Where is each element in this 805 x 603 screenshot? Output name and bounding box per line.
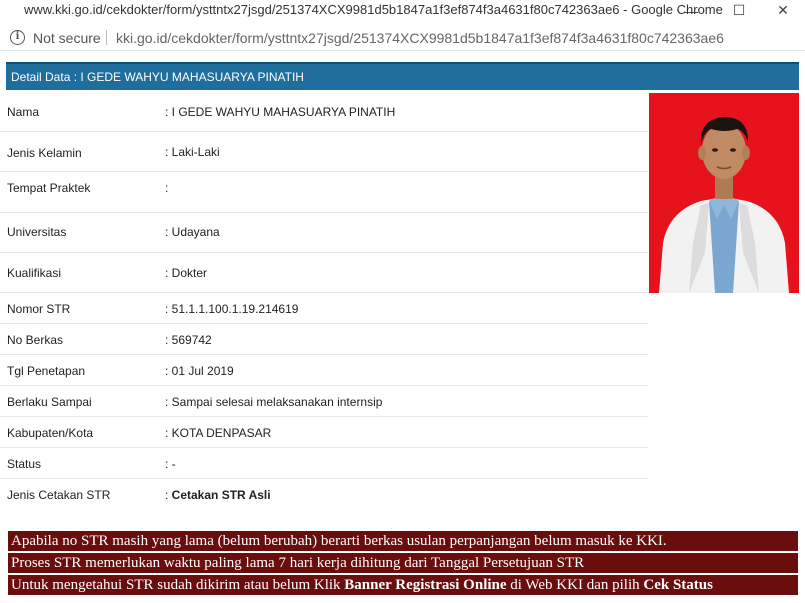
field-value: : Sampai selesai melaksanakan internsip <box>165 395 383 409</box>
row-jenis-kelamin: Jenis Kelamin : Laki-Laki <box>0 132 648 172</box>
row-jenis-cetakan-str: Jenis Cetakan STR : Cetakan STR Asli <box>0 479 648 510</box>
row-tempat-praktek: Tempat Praktek : <box>0 172 648 213</box>
field-value: : <box>165 181 169 195</box>
field-value: : KOTA DENPASAR <box>165 426 272 440</box>
minimize-button[interactable]: — <box>676 0 706 21</box>
row-tgl-penetapan: Tgl Penetapan : 01 Jul 2019 <box>0 355 648 386</box>
field-label: Jenis Kelamin <box>7 146 82 160</box>
notice-line-2: Proses STR memerlukan waktu paling lama … <box>8 553 798 573</box>
address-bar[interactable]: i Not secure kki.go.id/cekdokter/form/ys… <box>0 25 805 51</box>
field-value: : Udayana <box>165 225 220 239</box>
row-universitas: Universitas : Udayana <box>0 213 648 253</box>
row-kualifikasi: Kualifikasi : Dokter <box>0 253 648 293</box>
close-button[interactable]: ✕ <box>768 0 798 21</box>
banner-registrasi-online: Banner Registrasi Online <box>344 577 507 593</box>
field-label: Berlaku Sampai <box>7 395 92 409</box>
detail-header: Detail Data : I GEDE WAHYU MAHASUARYA PI… <box>6 62 799 90</box>
field-value: : Dokter <box>165 266 208 280</box>
row-kabupaten-kota: Kabupaten/Kota : KOTA DENPASAR <box>0 417 648 448</box>
row-nomor-str: Nomor STR : 51.1.1.100.1.19.214619 <box>0 293 648 324</box>
row-nama: Nama : I GEDE WAHYU MAHASUARYA PINATIH <box>0 92 648 132</box>
portrait-illustration <box>649 93 799 293</box>
field-value: : Laki-Laki <box>165 145 220 159</box>
row-berlaku-sampai: Berlaku Sampai : Sampai selesai melaksan… <box>0 386 648 417</box>
row-status: Status : - <box>0 448 648 479</box>
cek-status: Cek Status <box>643 577 713 593</box>
field-value: : 569742 <box>165 333 212 347</box>
profile-photo <box>649 93 799 293</box>
url-field[interactable]: kki.go.id/cekdokter/form/ysttntx27jsgd/2… <box>116 30 724 46</box>
detail-title: Detail Data : I GEDE WAHYU MAHASUARYA PI… <box>11 70 304 84</box>
field-label: Tgl Penetapan <box>7 364 86 378</box>
field-value: : - <box>165 457 176 471</box>
field-label: Status <box>7 457 42 471</box>
notice-line-3: Untuk mengetahui STR sudah dikirim atau … <box>8 575 798 595</box>
field-label: Universitas <box>7 225 67 239</box>
field-label: Kualifikasi <box>7 266 62 280</box>
field-label: No Berkas <box>7 333 64 347</box>
notice-text: Untuk mengetahui STR sudah dikirim atau … <box>11 577 345 593</box>
window-titlebar: www.kki.go.id/cekdokter/form/ysttntx27js… <box>0 0 805 21</box>
value-bold: Cetakan STR Asli <box>171 488 271 502</box>
notice-text: di Web KKI dan pilih <box>506 577 644 593</box>
field-label: Jenis Cetakan STR <box>7 488 111 502</box>
field-label: Tempat Praktek <box>7 181 91 195</box>
field-label: Nama <box>7 105 40 119</box>
notice-line-1: Apabila no STR masih yang lama (belum be… <box>8 531 798 551</box>
field-value: : 51.1.1.100.1.19.214619 <box>165 302 299 316</box>
maximize-button[interactable]: ☐ <box>724 0 754 21</box>
row-no-berkas: No Berkas : 569742 <box>0 324 648 355</box>
window-title: www.kki.go.id/cekdokter/form/ysttntx27js… <box>24 2 723 17</box>
field-value: : I GEDE WAHYU MAHASUARYA PINATIH <box>165 105 396 119</box>
address-separator <box>106 30 107 45</box>
value-prefix: : <box>165 488 172 502</box>
security-indicator[interactable]: Not secure <box>33 30 101 46</box>
field-value: : Cetakan STR Asli <box>165 488 271 502</box>
field-label: Kabupaten/Kota <box>7 426 94 440</box>
info-icon[interactable]: i <box>10 30 25 45</box>
field-label: Nomor STR <box>7 302 71 316</box>
field-value: : 01 Jul 2019 <box>165 364 234 378</box>
